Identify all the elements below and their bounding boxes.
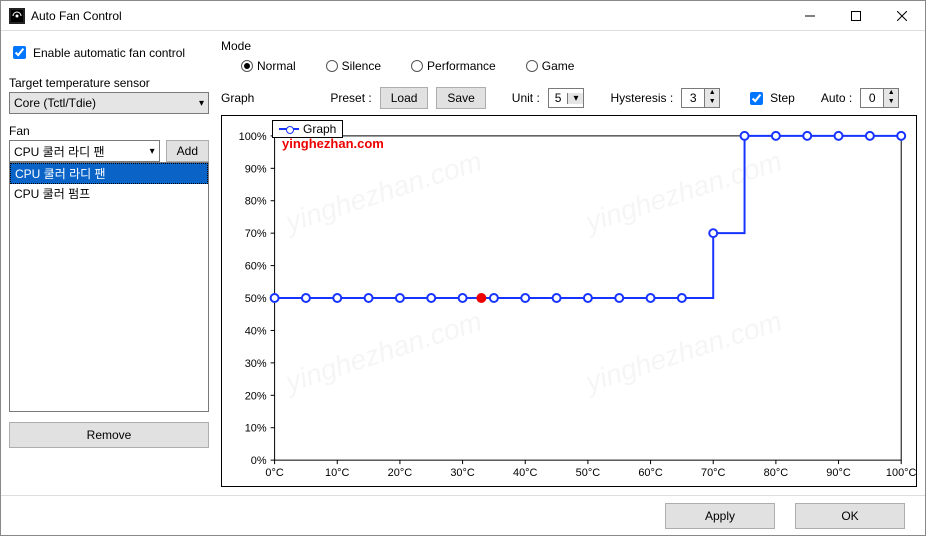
chevron-down-icon: ▾ <box>567 93 583 104</box>
hysteresis-spin[interactable]: 3 ▲▼ <box>681 88 720 108</box>
mode-radio-game[interactable]: Game <box>526 59 575 73</box>
step-checkbox[interactable]: Step <box>746 89 795 108</box>
save-button[interactable]: Save <box>436 87 485 109</box>
step-checkbox-input[interactable] <box>750 92 763 105</box>
enable-checkbox-input[interactable] <box>13 46 26 59</box>
svg-text:70%: 70% <box>245 228 267 240</box>
mode-label: Mode <box>221 39 917 53</box>
radio-icon <box>526 60 538 72</box>
ok-button[interactable]: OK <box>795 503 905 529</box>
target-sensor-combo[interactable]: Core (Tctl/Tdie) ▾ <box>9 92 209 114</box>
apply-button[interactable]: Apply <box>665 503 775 529</box>
fan-combo-value: CPU 쿨러 라디 팬 <box>14 143 105 160</box>
radio-icon <box>326 60 338 72</box>
svg-text:80°C: 80°C <box>764 467 789 479</box>
svg-text:20°C: 20°C <box>388 467 413 479</box>
svg-text:10°C: 10°C <box>325 467 350 479</box>
minimize-button[interactable] <box>787 1 833 31</box>
close-button[interactable] <box>879 1 925 31</box>
fan-combo[interactable]: CPU 쿨러 라디 팬 ▾ <box>9 140 160 162</box>
svg-text:100%: 100% <box>239 131 267 143</box>
spin-down-icon[interactable]: ▼ <box>884 98 898 107</box>
enable-auto-fan-checkbox[interactable]: Enable automatic fan control <box>9 39 209 66</box>
watermark-text: yinghezhan.com <box>282 136 384 151</box>
svg-text:90°C: 90°C <box>826 467 851 479</box>
svg-text:10%: 10% <box>245 423 267 435</box>
window-title: Auto Fan Control <box>31 9 122 23</box>
list-item[interactable]: CPU 쿨러 라디 팬 <box>10 163 208 184</box>
auto-spin[interactable]: 0 ▲▼ <box>860 88 899 108</box>
svg-text:30°C: 30°C <box>450 467 475 479</box>
title-bar: Auto Fan Control <box>1 1 925 31</box>
svg-text:40%: 40% <box>245 325 267 337</box>
radio-icon <box>241 60 253 72</box>
svg-text:0%: 0% <box>251 455 267 467</box>
svg-text:90%: 90% <box>245 163 267 175</box>
legend-text: Graph <box>303 122 336 136</box>
maximize-button[interactable] <box>833 1 879 31</box>
unit-value: 5 <box>549 91 568 105</box>
svg-text:60%: 60% <box>245 261 267 273</box>
mode-radio-silence[interactable]: Silence <box>326 59 381 73</box>
svg-text:30%: 30% <box>245 358 267 370</box>
auto-value: 0 <box>861 91 883 105</box>
svg-text:70°C: 70°C <box>701 467 726 479</box>
app-icon <box>9 8 25 24</box>
target-sensor-value: Core (Tctl/Tdie) <box>14 96 96 110</box>
preset-label: Preset : <box>330 91 371 105</box>
step-label: Step <box>770 91 795 105</box>
svg-text:80%: 80% <box>245 196 267 208</box>
hysteresis-value: 3 <box>682 91 704 105</box>
spin-down-icon[interactable]: ▼ <box>705 98 719 107</box>
add-button[interactable]: Add <box>166 140 209 162</box>
radio-icon <box>411 60 423 72</box>
chevron-down-icon: ▾ <box>199 98 204 109</box>
unit-combo[interactable]: 5 ▾ <box>548 88 585 108</box>
enable-label: Enable automatic fan control <box>33 46 185 60</box>
svg-text:100°C: 100°C <box>886 467 916 479</box>
fan-label: Fan <box>9 124 209 138</box>
svg-text:60°C: 60°C <box>638 467 663 479</box>
graph-label: Graph <box>221 91 254 105</box>
chevron-down-icon: ▾ <box>150 146 155 157</box>
mode-radio-performance[interactable]: Performance <box>411 59 496 73</box>
unit-label: Unit : <box>512 91 540 105</box>
svg-text:20%: 20% <box>245 390 267 402</box>
svg-text:50%: 50% <box>245 293 267 305</box>
fan-curve-graph[interactable]: yinghezhan.com yinghezhan.com yinghezhan… <box>221 115 917 487</box>
spin-up-icon[interactable]: ▲ <box>884 89 898 98</box>
auto-label: Auto : <box>821 91 852 105</box>
mode-radio-normal[interactable]: Normal <box>241 59 296 73</box>
svg-text:40°C: 40°C <box>513 467 538 479</box>
remove-button[interactable]: Remove <box>9 422 209 448</box>
chart-svg: 0% 10% 20% 30% 40% 50% 60% 70% 80% 90% 100% 0°C 10°C… <box>222 116 916 486</box>
load-button[interactable]: Load <box>380 87 429 109</box>
svg-text:50°C: 50°C <box>576 467 601 479</box>
fan-listbox[interactable]: CPU 쿨러 라디 팬 CPU 쿨러 펌프 <box>9 162 209 412</box>
spin-up-icon[interactable]: ▲ <box>705 89 719 98</box>
list-item[interactable]: CPU 쿨러 펌프 <box>10 184 208 203</box>
legend-line-icon <box>279 128 299 130</box>
hysteresis-label: Hysteresis : <box>610 91 673 105</box>
svg-text:0°C: 0°C <box>265 467 283 479</box>
target-sensor-label: Target temperature sensor <box>9 76 209 90</box>
